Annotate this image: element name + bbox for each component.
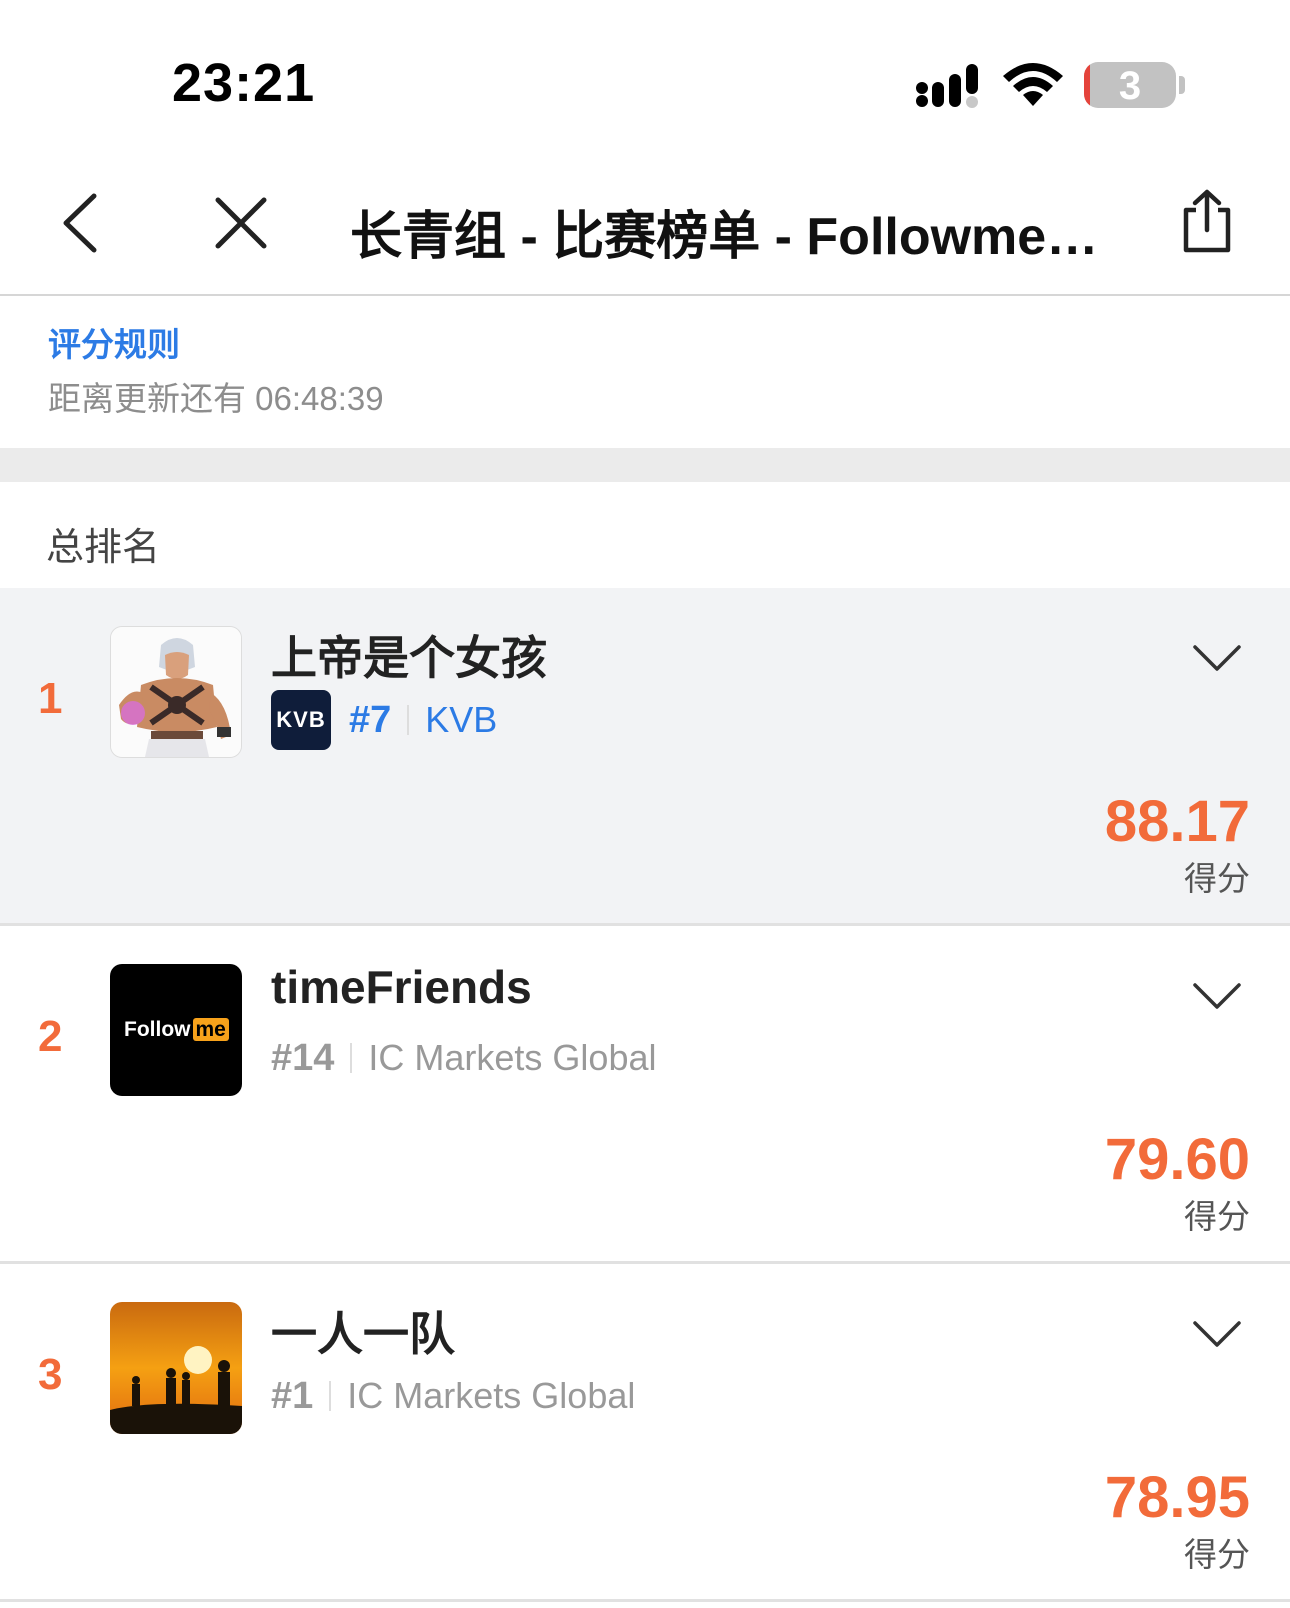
trader-meta: #1 IC Markets Global	[271, 1366, 635, 1426]
battery-level: 3	[1118, 64, 1142, 108]
broker-name[interactable]: IC Markets Global	[347, 1375, 635, 1417]
score-value: 88.17	[1104, 789, 1250, 854]
update-countdown: 距离更新还有 06:48:39	[48, 380, 384, 417]
meta-divider	[407, 705, 410, 735]
battery-cap	[1179, 76, 1185, 94]
battery-icon: 3	[1084, 62, 1176, 108]
rank-number: 1	[38, 674, 63, 723]
share-icon[interactable]	[1180, 188, 1234, 254]
sunset-silhouette-avatar	[110, 1302, 242, 1434]
trader-meta: #14 IC Markets Global	[271, 1028, 657, 1088]
chevron-down-icon[interactable]	[1192, 981, 1242, 1011]
close-icon[interactable]	[214, 196, 268, 250]
avatar-logo-text: Follow	[124, 1018, 191, 1041]
followme-logo-avatar: Follow me	[110, 964, 242, 1096]
broker-rank: #14	[271, 1036, 335, 1079]
avatar-logo-badge: me	[192, 1018, 229, 1041]
trader-name: 上帝是个女孩	[271, 632, 547, 684]
rank-number: 2	[38, 1012, 63, 1061]
score-label: 得分	[1184, 860, 1250, 897]
rank-number: 3	[38, 1350, 63, 1399]
score-value: 78.95	[1104, 1465, 1250, 1530]
fighter-character-avatar	[111, 627, 241, 757]
ranking-row[interactable]: 1 上帝是个女孩 KVB #7 KVB 88.17 得分	[0, 588, 1290, 926]
chevron-down-icon[interactable]	[1192, 643, 1242, 673]
broker-logo: KVB	[271, 690, 331, 750]
trader-meta: KVB #7 KVB	[271, 690, 497, 750]
cellular-signal-icon	[916, 64, 978, 108]
score-label: 得分	[1184, 1536, 1250, 1573]
section-title: 总排名	[46, 527, 161, 569]
meta-divider	[350, 1043, 353, 1073]
ranking-row[interactable]: 2 Follow me timeFriends #14 IC Markets Gl…	[0, 926, 1290, 1264]
ranking-row[interactable]: 3 一人一队 #1 IC Markets Global 78.95 得分	[0, 1264, 1290, 1602]
section-divider	[0, 448, 1290, 482]
page-title: 长青组 - 比赛榜单 - Followme…	[350, 208, 1099, 266]
scoring-rules-link[interactable]: 评分规则	[48, 318, 180, 366]
trader-name: timeFriends	[271, 961, 532, 1013]
broker-rank: #7	[349, 698, 392, 741]
nav-bar: 长青组 - 比赛榜单 - Followme…	[0, 150, 1290, 296]
chevron-down-icon[interactable]	[1192, 1319, 1242, 1349]
score-label: 得分	[1184, 1198, 1250, 1235]
meta-divider	[329, 1381, 332, 1411]
broker-name[interactable]: KVB	[425, 699, 497, 741]
wifi-icon	[1003, 63, 1063, 106]
user-avatar	[110, 1302, 242, 1434]
trader-name: 一人一队	[271, 1308, 455, 1360]
user-avatar	[110, 626, 242, 758]
status-bar: 23:21 3	[0, 0, 1290, 150]
broker-name[interactable]: IC Markets Global	[368, 1037, 656, 1079]
chevron-left-icon[interactable]	[56, 192, 108, 254]
broker-rank: #1	[271, 1374, 314, 1417]
score-value: 79.60	[1104, 1127, 1250, 1192]
status-time: 23:21	[172, 53, 316, 113]
